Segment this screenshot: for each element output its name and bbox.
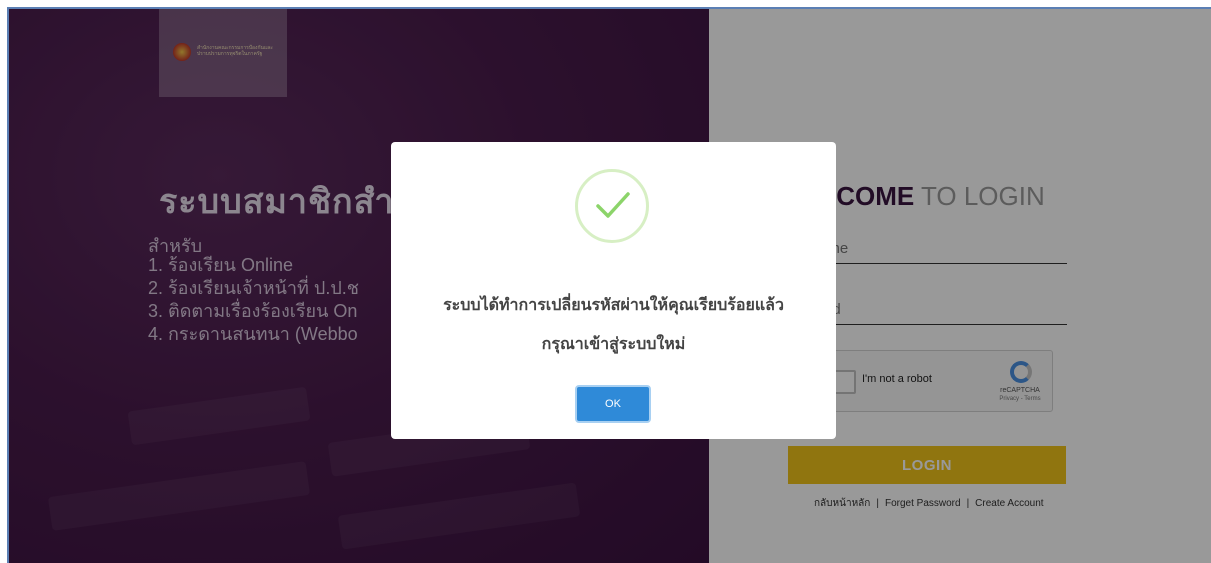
ok-button[interactable]: OK — [575, 385, 651, 423]
page-frame: สำนักงานคณะกรรมการป้องกันและปราบปรามการท… — [7, 7, 1211, 563]
dialog-message: ระบบได้ทำการเปลี่ยนรหัสผ่านให้คุณเรียบร้… — [443, 297, 784, 314]
success-check-icon — [575, 169, 649, 243]
dialog-submessage: กรุณาเข้าสู่ระบบใหม่ — [541, 336, 686, 353]
check-mark-icon — [596, 192, 630, 218]
success-dialog: ระบบได้ทำการเปลี่ยนรหัสผ่านให้คุณเรียบร้… — [391, 142, 836, 439]
